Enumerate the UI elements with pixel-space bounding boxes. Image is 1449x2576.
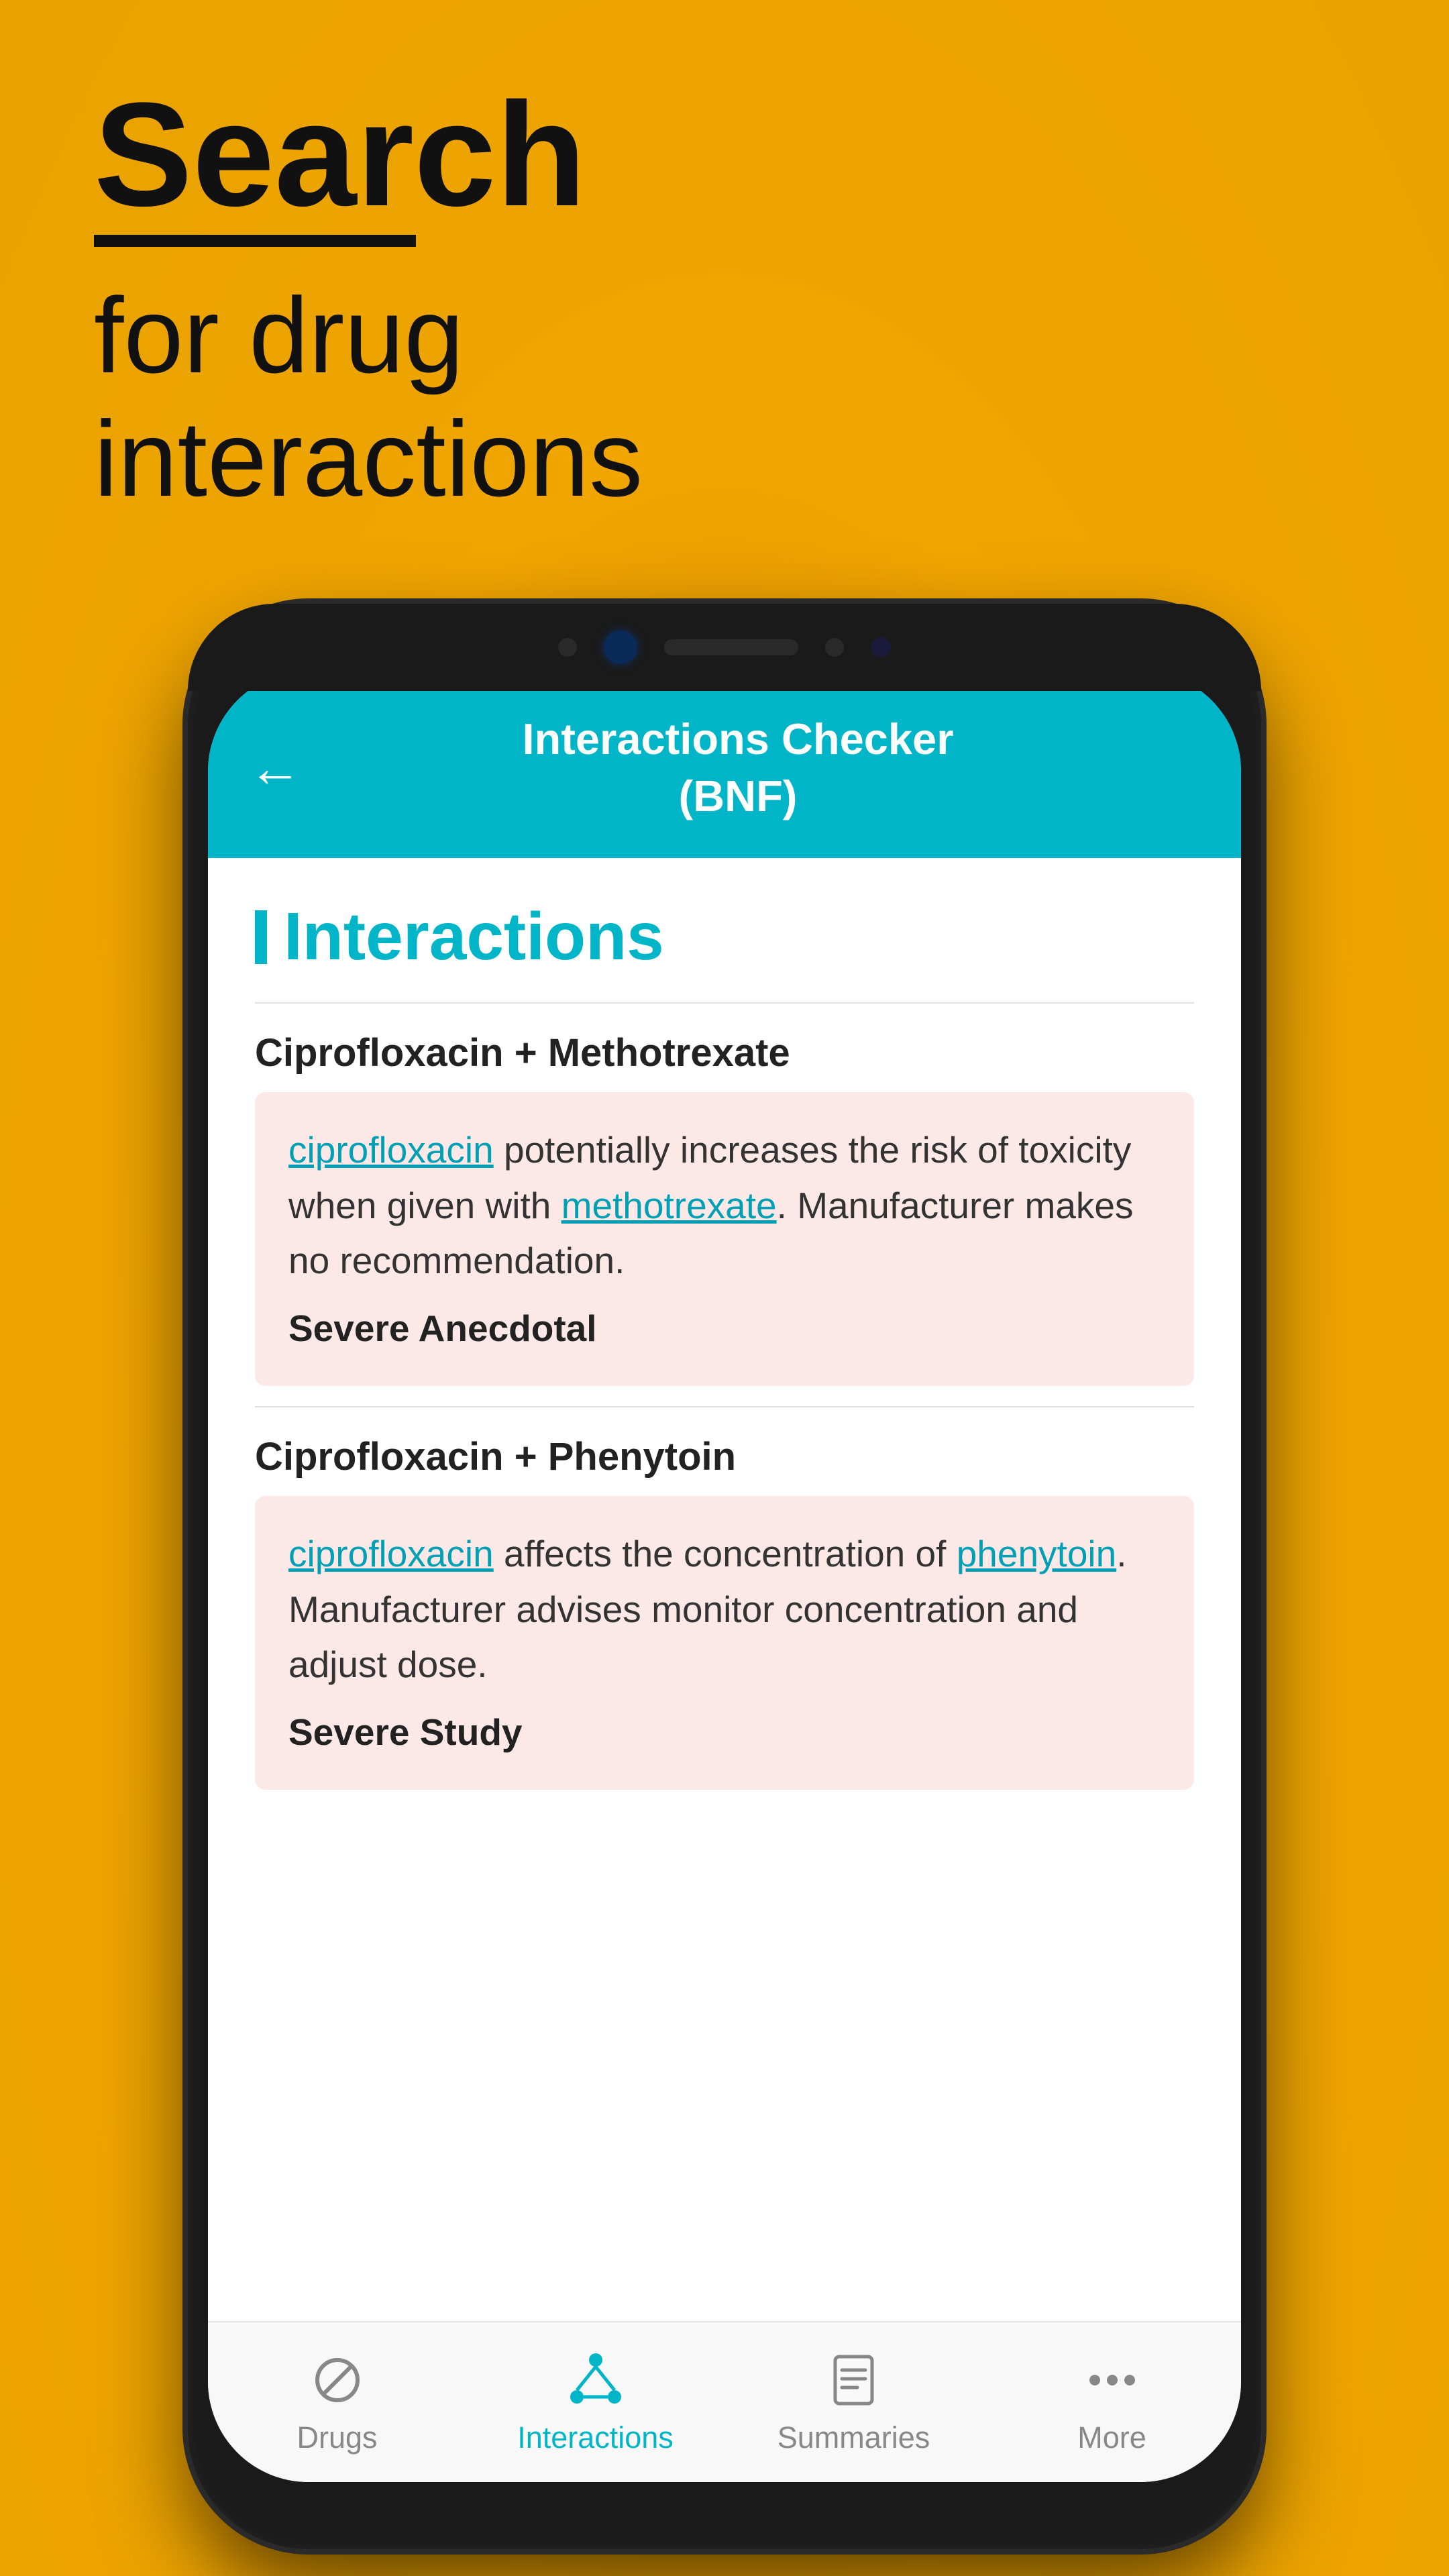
- interaction-2-box: ciprofloxacin affects the concentration …: [255, 1496, 1194, 1790]
- nav-label-more: More: [1077, 2420, 1146, 2455]
- search-subtitle: for drug interactions: [94, 274, 643, 521]
- drug-link-methotrexate[interactable]: methotrexate: [561, 1185, 777, 1226]
- drug-link-ciprofloxacin-1[interactable]: ciprofloxacin: [288, 1129, 494, 1171]
- severity-2: Severe Study: [288, 1705, 1161, 1760]
- nav-label-drugs: Drugs: [297, 2420, 377, 2455]
- network-icon: [566, 2350, 626, 2410]
- interaction-item-1: Ciprofloxacin + Methotrexate ciprofloxac…: [255, 1030, 1194, 1386]
- interaction-1-box: ciprofloxacin potentially increases the …: [255, 1092, 1194, 1386]
- notch-sensor: [871, 637, 891, 657]
- nav-item-interactions[interactable]: Interactions: [466, 2322, 724, 2482]
- more-icon: [1082, 2350, 1142, 2410]
- more-dot-2: [1107, 2375, 1118, 2385]
- divider-1: [255, 1002, 1194, 1004]
- page-header: Search for drug interactions: [94, 80, 643, 521]
- nav-item-more[interactable]: More: [983, 2322, 1241, 2482]
- severity-1: Severe Anecdotal: [288, 1301, 1161, 1356]
- section-title: Interactions: [284, 898, 664, 975]
- phone-screen: ← Interactions Checker (BNF) Interaction…: [208, 671, 1241, 2482]
- divider-2: [255, 1406, 1194, 1407]
- drug-link-phenytoin[interactable]: phenytoin: [957, 1533, 1117, 1574]
- nav-label-interactions: Interactions: [517, 2420, 674, 2455]
- interaction-2-title: Ciprofloxacin + Phenytoin: [255, 1434, 1194, 1479]
- phone-device: ← Interactions Checker (BNF) Interaction…: [188, 604, 1261, 2549]
- drug-link-ciprofloxacin-2[interactable]: ciprofloxacin: [288, 1533, 494, 1574]
- app-content: Interactions Ciprofloxacin + Methotrexat…: [208, 858, 1241, 2321]
- notch-speaker: [664, 639, 798, 655]
- phone-body: ← Interactions Checker (BNF) Interaction…: [188, 604, 1261, 2549]
- doc-icon: [824, 2350, 884, 2410]
- notch-camera: [604, 631, 637, 664]
- bottom-nav: Drugs Interactions: [208, 2321, 1241, 2482]
- interaction-1-title: Ciprofloxacin + Methotrexate: [255, 1030, 1194, 1075]
- search-title: Search: [94, 80, 643, 228]
- notch-dot-2: [825, 638, 844, 657]
- nav-label-summaries: Summaries: [777, 2420, 930, 2455]
- app-header-title: Interactions Checker (BNF): [329, 711, 1147, 824]
- pill-icon: [307, 2350, 368, 2410]
- notch-dot-1: [558, 638, 577, 657]
- more-dot-1: [1089, 2375, 1100, 2385]
- back-button[interactable]: ←: [248, 741, 302, 795]
- app-header: ← Interactions Checker (BNF): [208, 671, 1241, 858]
- nav-item-drugs[interactable]: Drugs: [208, 2322, 466, 2482]
- section-heading: Interactions: [255, 898, 1194, 975]
- heading-accent: [255, 910, 267, 964]
- more-dot-3: [1124, 2375, 1135, 2385]
- interaction-item-2: Ciprofloxacin + Phenytoin ciprofloxacin …: [255, 1434, 1194, 1790]
- nav-item-summaries[interactable]: Summaries: [724, 2322, 983, 2482]
- phone-notch: [188, 604, 1261, 691]
